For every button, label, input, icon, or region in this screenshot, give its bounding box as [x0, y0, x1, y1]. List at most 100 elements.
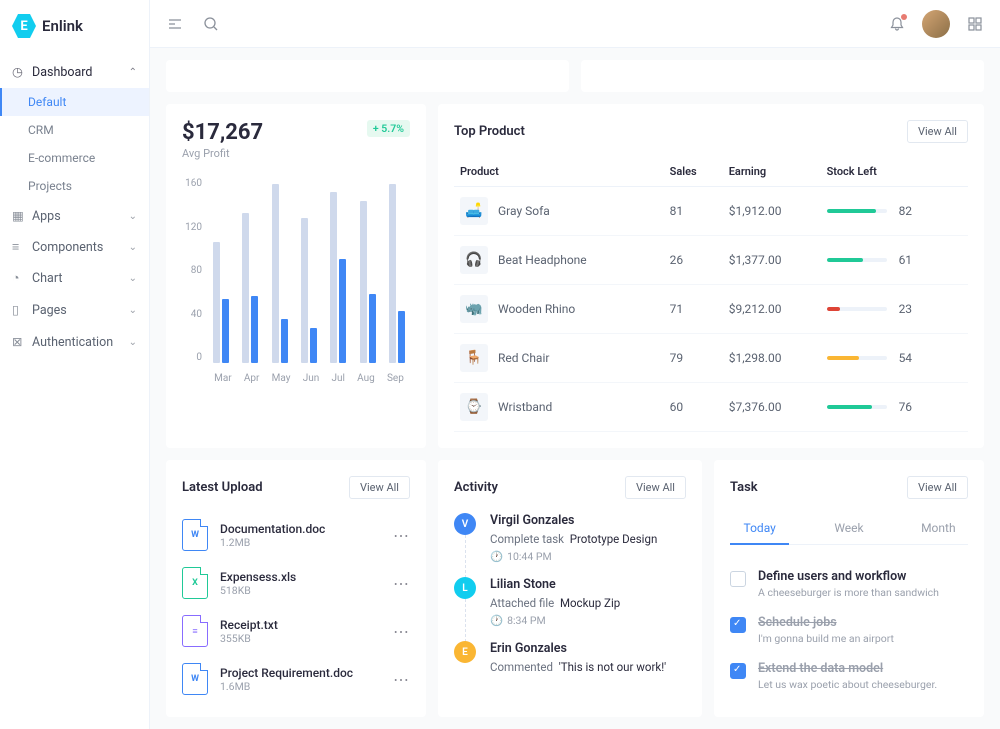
file-icon: X — [182, 567, 208, 599]
task-checkbox[interactable] — [730, 571, 746, 587]
bar — [389, 184, 396, 363]
clock-icon: 🕐 — [490, 614, 503, 627]
stock-value: 76 — [899, 400, 913, 414]
sales-cell: 26 — [664, 236, 723, 285]
nav-item-pages[interactable]: ▯Pages⌄ — [0, 294, 149, 326]
product-thumb: 🎧 — [460, 246, 488, 274]
sales-cell: 79 — [664, 334, 723, 383]
bar — [369, 294, 376, 363]
file-item[interactable]: XExpensess.xls518KB⋯ — [182, 561, 410, 605]
stock-value: 82 — [899, 204, 913, 218]
product-thumb: 🪑 — [460, 344, 488, 372]
tab-week[interactable]: Week — [819, 513, 878, 544]
sub-item-e-commerce[interactable]: E-commerce — [0, 144, 149, 172]
file-icon: ▯ — [12, 302, 26, 318]
bar — [213, 242, 220, 363]
bar — [360, 201, 367, 363]
sub-item-crm[interactable]: CRM — [0, 116, 149, 144]
file-size: 355KB — [220, 632, 381, 645]
logo[interactable]: E Enlink — [0, 0, 149, 52]
profit-chart: 16012080400 MarAprMayJunJulAugSep — [182, 178, 410, 384]
nav-label: Dashboard — [32, 65, 92, 80]
more-icon[interactable]: ⋯ — [393, 574, 410, 593]
nav-item-dashboard[interactable]: ◷Dashboard⌃ — [0, 56, 149, 88]
task-item-sub: A cheeseburger is more than sandwich — [758, 586, 939, 599]
stock-bar — [827, 405, 887, 409]
nav-label: Pages — [32, 303, 67, 318]
bar — [339, 259, 346, 363]
file-item[interactable]: WProject Requirement.doc1.6MB⋯ — [182, 657, 410, 701]
product-name: Wooden Rhino — [498, 302, 575, 316]
sub-item-default[interactable]: Default — [0, 88, 149, 116]
top-product-view-all-button[interactable]: View All — [907, 120, 968, 143]
activity-view-all-button[interactable]: View All — [625, 476, 686, 499]
table-row[interactable]: ⌚Wristband60$7,376.0076 — [454, 383, 968, 432]
activity-card: Activity View All VVirgil GonzalesComple… — [438, 460, 702, 717]
earning-cell: $9,212.00 — [723, 285, 821, 334]
nav: ◷Dashboard⌃DefaultCRME-commerceProjects▦… — [0, 52, 149, 362]
stub-card-1 — [166, 60, 569, 92]
product-thumb: 🛋️ — [460, 197, 488, 225]
stub-card-2 — [581, 60, 984, 92]
nav-item-apps[interactable]: ▦Apps⌄ — [0, 200, 149, 232]
file-name: Expensess.xls — [220, 570, 381, 584]
file-name: Receipt.txt — [220, 618, 381, 632]
sub-item-projects[interactable]: Projects — [0, 172, 149, 200]
upload-view-all-button[interactable]: View All — [349, 476, 410, 499]
nav-item-authentication[interactable]: ⊠Authentication⌄ — [0, 326, 149, 358]
task-item-title: Schedule jobs — [758, 615, 894, 630]
file-icon: W — [182, 519, 208, 551]
table-row[interactable]: 🪑Red Chair79$1,298.0054 — [454, 334, 968, 383]
tab-month[interactable]: Month — [909, 513, 968, 544]
tab-today[interactable]: Today — [730, 513, 789, 545]
bar — [330, 192, 337, 363]
file-item[interactable]: ≡Receipt.txt355KB⋯ — [182, 609, 410, 653]
product-name: Red Chair — [498, 351, 549, 365]
sales-cell: 81 — [664, 187, 723, 236]
more-icon[interactable]: ⋯ — [393, 526, 410, 545]
table-row[interactable]: 🎧Beat Headphone26$1,377.0061 — [454, 236, 968, 285]
latest-upload-card: Latest Upload View All W Documentation.do… — [166, 460, 426, 717]
file-item[interactable]: WDocumentation.doc1.2MB⋯ — [182, 513, 410, 557]
logo-text: Enlink — [42, 17, 83, 35]
nav-label: Chart — [32, 271, 62, 286]
stock-value: 23 — [899, 302, 913, 316]
task-view-all-button[interactable]: View All — [907, 476, 968, 499]
nav-item-components[interactable]: ≡Components⌄ — [0, 232, 149, 263]
activity-item: LLilian StoneAttached file Mockup Zip🕐8:… — [454, 577, 686, 641]
earning-cell: $1,298.00 — [723, 334, 821, 383]
more-icon[interactable]: ⋯ — [393, 622, 410, 641]
logo-badge: E — [12, 14, 36, 38]
task-item: Define users and workflowA cheeseburger … — [730, 561, 968, 607]
clock-icon: 🕐 — [490, 550, 503, 563]
file-size: 1.6MB — [220, 680, 381, 693]
sales-cell: 71 — [664, 285, 723, 334]
task-checkbox[interactable] — [730, 617, 746, 633]
earning-cell: $7,376.00 — [723, 383, 821, 432]
upload-title: Latest Upload — [182, 480, 263, 495]
nav-label: Apps — [32, 209, 61, 224]
nav-item-chart[interactable]: ◔Chart⌄ — [0, 263, 149, 294]
avatar[interactable] — [922, 10, 950, 38]
earning-cell: $1,377.00 — [723, 236, 821, 285]
table-row[interactable]: 🦏Wooden Rhino71$9,212.0023 — [454, 285, 968, 334]
chevron-down-icon: ⌄ — [129, 337, 137, 348]
stock-value: 61 — [899, 253, 913, 267]
notification-bell-icon[interactable] — [888, 15, 906, 33]
stock-bar — [827, 258, 887, 262]
top-product-title: Top Product — [454, 124, 525, 139]
task-item-sub: Let us wax poetic about cheeseburger. — [758, 678, 937, 691]
more-icon[interactable]: ⋯ — [393, 670, 410, 689]
sidebar: E Enlink ◷Dashboard⌃DefaultCRME-commerce… — [0, 0, 150, 729]
menu-toggle-icon[interactable] — [166, 15, 184, 33]
chevron-down-icon: ⌄ — [129, 242, 137, 253]
sales-cell: 60 — [664, 383, 723, 432]
search-icon[interactable] — [202, 15, 220, 33]
topbar — [150, 0, 1000, 48]
file-name: Documentation.doc — [220, 522, 381, 536]
activity-time: 🕐10:44 PM — [490, 550, 657, 563]
task-checkbox[interactable] — [730, 663, 746, 679]
profit-value: $17,267 — [182, 120, 263, 145]
apps-grid-icon[interactable] — [966, 15, 984, 33]
table-row[interactable]: 🛋️Gray Sofa81$1,912.0082 — [454, 187, 968, 236]
